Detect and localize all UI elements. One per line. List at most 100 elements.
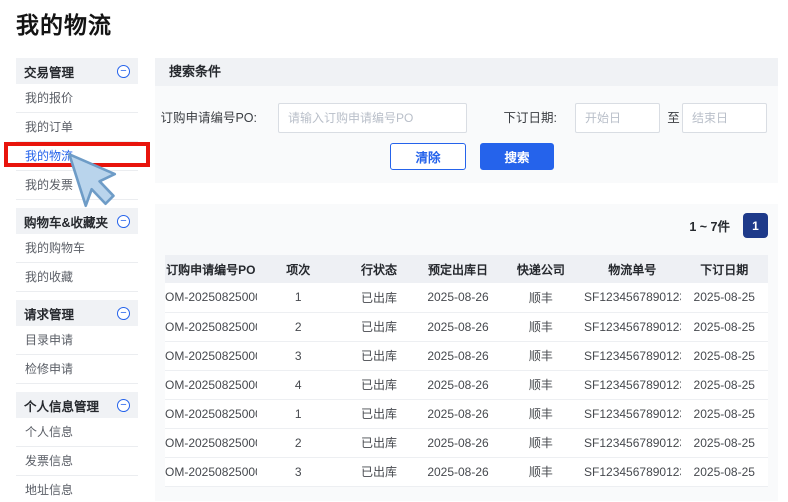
table-cell: 顺丰	[498, 370, 584, 399]
table-cell: OM-202508250004	[165, 283, 257, 312]
sidebar-section: 个人信息管理−个人信息发票信息地址信息	[16, 392, 138, 502]
sidebar-section-title: 交易管理	[24, 62, 74, 81]
table-cell: OM-202508250003	[165, 428, 257, 457]
search-panel-title: 搜索条件	[155, 58, 778, 86]
table-cell: 2025-08-26	[418, 370, 498, 399]
table-cell: OM-202508250004	[165, 341, 257, 370]
sidebar-item[interactable]: 个人信息	[16, 418, 138, 447]
table-cell: 顺丰	[498, 341, 584, 370]
table-cell: 2025-08-25	[681, 370, 769, 399]
table-cell: 2025-08-25	[681, 457, 769, 486]
table-cell: 1	[257, 283, 340, 312]
collapse-minus-icon[interactable]: −	[117, 399, 130, 412]
table-cell: OM-202508250003	[165, 457, 257, 486]
table-cell: 2	[257, 428, 340, 457]
date-end-input[interactable]	[682, 103, 767, 133]
sidebar-item[interactable]: 目录申请	[16, 326, 138, 355]
sidebar-section-header[interactable]: 交易管理 −	[16, 58, 138, 84]
table-column-header: 预定出库日	[418, 255, 498, 283]
sidebar-item[interactable]: 我的发票	[16, 171, 138, 200]
table-cell: 已出库	[340, 341, 418, 370]
clear-button[interactable]: 清除	[390, 143, 466, 170]
table-cell: OM-202508250004	[165, 370, 257, 399]
page-1-button[interactable]: 1	[743, 213, 768, 238]
table-cell: 顺丰	[498, 457, 584, 486]
sidebar-section-header[interactable]: 购物车&收藏夹−	[16, 208, 138, 234]
table-cell: 已出库	[340, 283, 418, 312]
sidebar-item[interactable]: 我的订单	[16, 113, 138, 142]
table-cell: 2025-08-25	[681, 341, 769, 370]
sidebar-section-header[interactable]: 个人信息管理−	[16, 392, 138, 418]
table-cell: 2025-08-25	[681, 312, 769, 341]
table-cell: 已出库	[340, 312, 418, 341]
collapse-minus-icon[interactable]: −	[117, 215, 130, 228]
page-title: 我的物流	[16, 6, 112, 40]
table-cell: SF1234567890123	[584, 370, 680, 399]
table-cell: 顺丰	[498, 428, 584, 457]
date-start-input[interactable]	[575, 103, 660, 133]
sidebar-item[interactable]: 地址信息	[16, 476, 138, 502]
table-column-header: 物流单号	[584, 255, 680, 283]
sidebar-item[interactable]: 发票信息	[16, 447, 138, 476]
table-cell: 2025-08-26	[418, 341, 498, 370]
sidebar-section-title: 请求管理	[24, 304, 74, 323]
table-cell: 2025-08-26	[418, 283, 498, 312]
table-cell: 顺丰	[498, 283, 584, 312]
sidebar-item[interactable]: 我的物流	[16, 142, 138, 171]
sidebar-section-header[interactable]: 请求管理 −	[16, 300, 138, 326]
table-row: OM-2025082500044已出库2025-08-26顺丰SF1234567…	[165, 370, 768, 399]
table-cell: 3	[257, 341, 340, 370]
table-cell: SF1234567890123	[584, 457, 680, 486]
sidebar-item[interactable]: 检修申请	[16, 355, 138, 384]
sidebar-section: 购物车&收藏夹−我的购物车我的收藏	[16, 208, 138, 292]
table-cell: 2025-08-25	[681, 399, 769, 428]
table-cell: OM-202508250003	[165, 399, 257, 428]
table-cell: 2025-08-25	[681, 283, 769, 312]
sidebar-item[interactable]: 我的收藏	[16, 263, 138, 292]
table-row: OM-2025082500042已出库2025-08-26顺丰SF1234567…	[165, 312, 768, 341]
po-number-label: 订购申请编号PO:	[155, 103, 257, 133]
table-cell: 2025-08-26	[418, 428, 498, 457]
table-cell: SF1234567890123	[584, 399, 680, 428]
collapse-minus-icon[interactable]: −	[117, 65, 130, 78]
table-cell: 2025-08-25	[681, 428, 769, 457]
table-cell: 已出库	[340, 370, 418, 399]
sidebar-section: 交易管理 − 我的报价我的订单我的物流我的发票	[16, 58, 138, 200]
table-cell: 已出库	[340, 428, 418, 457]
table-row: OM-2025082500043已出库2025-08-26顺丰SF1234567…	[165, 341, 768, 370]
collapse-minus-icon[interactable]: −	[117, 307, 130, 320]
table-cell: 2025-08-26	[418, 312, 498, 341]
table-cell: 4	[257, 370, 340, 399]
table-row: OM-2025082500032已出库2025-08-26顺丰SF1234567…	[165, 428, 768, 457]
po-number-input[interactable]	[278, 103, 467, 133]
table-row: OM-2025082500033已出库2025-08-26顺丰SF1234567…	[165, 457, 768, 486]
table-cell: SF1234567890123	[584, 283, 680, 312]
logistics-table: 订购申请编号PO项次行状态预定出库日快递公司物流单号下订日期 OM-202508…	[165, 255, 768, 487]
table-cell: 3	[257, 457, 340, 486]
result-count: 1 ~ 7件	[689, 216, 730, 235]
table-header-row: 订购申请编号PO项次行状态预定出库日快递公司物流单号下订日期	[165, 255, 768, 283]
table-column-header: 项次	[257, 255, 340, 283]
table-cell: 2025-08-26	[418, 399, 498, 428]
table-cell: 已出库	[340, 399, 418, 428]
table-cell: 2	[257, 312, 340, 341]
sidebar-item[interactable]: 我的报价	[16, 84, 138, 113]
search-button[interactable]: 搜索	[480, 143, 554, 170]
table-cell: 顺丰	[498, 312, 584, 341]
table-column-header: 快递公司	[498, 255, 584, 283]
results-panel: 1 ~ 7件 1 订购申请编号PO项次行状态预定出库日快递公司物流单号下订日期 …	[155, 204, 778, 501]
search-panel: 搜索条件 订购申请编号PO: 下订日期: 至 清除 搜索	[155, 58, 778, 183]
table-row: OM-2025082500041已出库2025-08-26顺丰SF1234567…	[165, 283, 768, 312]
table-cell: 已出库	[340, 457, 418, 486]
table-cell: 顺丰	[498, 399, 584, 428]
table-cell: 2025-08-26	[418, 457, 498, 486]
main-content: 搜索条件 订购申请编号PO: 下订日期: 至 清除 搜索 1 ~ 7件 1	[155, 58, 778, 501]
search-form: 订购申请编号PO: 下订日期: 至 清除 搜索	[155, 86, 778, 183]
table-cell: SF1234567890123	[584, 428, 680, 457]
table-row: OM-2025082500031已出库2025-08-26顺丰SF1234567…	[165, 399, 768, 428]
date-range-separator: 至	[665, 103, 682, 133]
table-cell: SF1234567890123	[584, 312, 680, 341]
table-column-header: 下订日期	[681, 255, 769, 283]
sidebar-item[interactable]: 我的购物车	[16, 234, 138, 263]
pagination: 1 ~ 7件 1	[165, 212, 768, 239]
